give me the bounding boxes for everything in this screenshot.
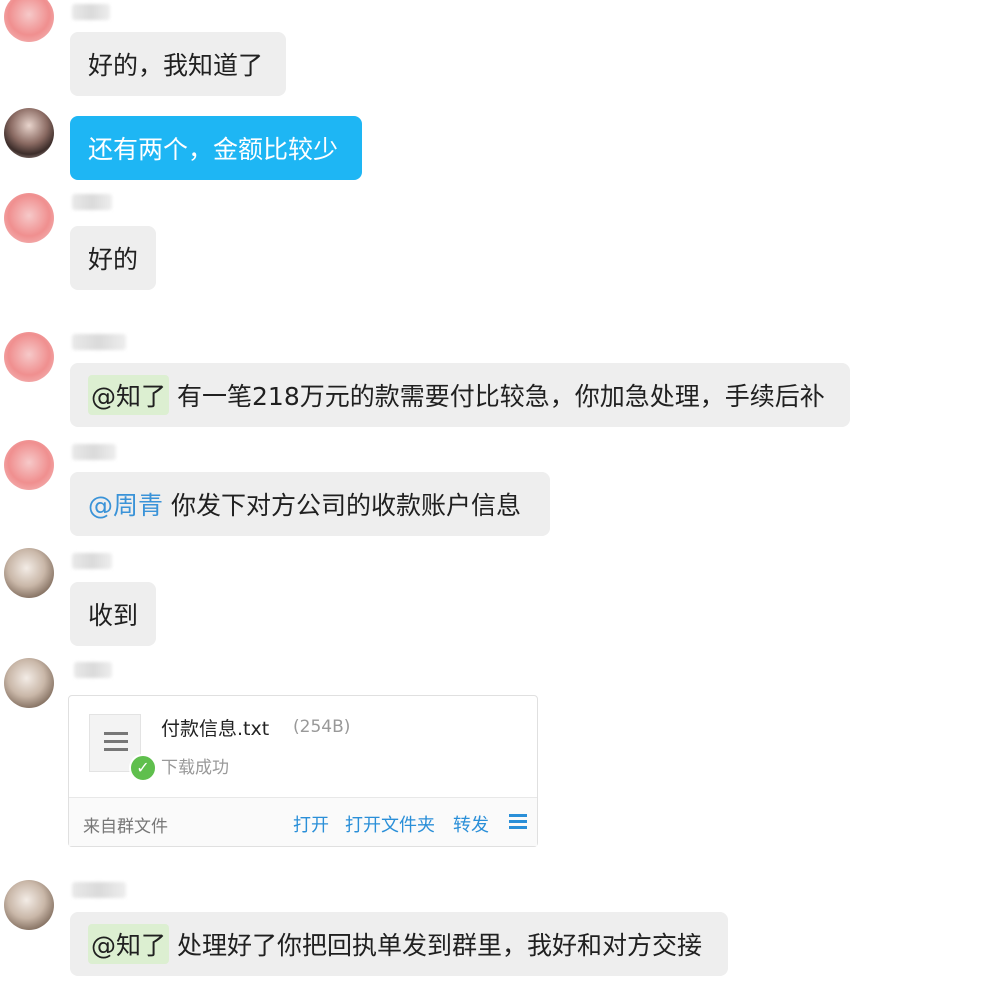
sender-avatar[interactable] xyxy=(4,658,54,708)
message-text: 收到 xyxy=(88,601,139,630)
message-bubble: 好的 xyxy=(70,226,156,290)
message-bubble: @知了 处理好了你把回执单发到群里，我好和对方交接 xyxy=(70,912,728,976)
message-text: 处理好了你把回执单发到群里，我好和对方交接 xyxy=(177,931,703,960)
mention-tag[interactable]: @知了 xyxy=(88,924,170,964)
sender-name-blurred xyxy=(72,194,112,210)
sender-avatar[interactable] xyxy=(4,0,54,42)
message-bubble: 收到 xyxy=(70,582,156,646)
file-size: (254B) xyxy=(293,717,351,737)
mention-tag[interactable]: @知了 xyxy=(88,375,170,415)
file-source: 来自群文件 xyxy=(83,817,168,837)
message-bubble: 还有两个，金额比较少 xyxy=(70,116,362,180)
mention-link[interactable]: @周青 xyxy=(88,486,163,522)
sender-name-blurred xyxy=(72,444,116,460)
forward-link[interactable]: 转发 xyxy=(453,811,489,837)
sender-avatar[interactable] xyxy=(4,880,54,930)
sender-name-blurred xyxy=(74,662,112,678)
file-card-footer: 来自群文件 打开 打开文件夹 转发 xyxy=(69,797,537,846)
menu-icon[interactable] xyxy=(509,814,527,830)
message-text: 好的，我知道了 xyxy=(88,51,264,80)
sender-name-blurred xyxy=(72,882,126,898)
message-bubble: 好的，我知道了 xyxy=(70,32,286,96)
message-text: 有一笔218万元的款需要付比较急，你加急处理，手续后补 xyxy=(177,382,825,411)
message-text: 还有两个，金额比较少 xyxy=(88,135,339,164)
message-text: 好的 xyxy=(88,245,139,274)
message-text: 你发下对方公司的收款账户信息 xyxy=(171,491,522,520)
sender-avatar[interactable] xyxy=(4,548,54,598)
sender-name-blurred xyxy=(72,334,126,350)
message-bubble: @周青 你发下对方公司的收款账户信息 xyxy=(70,472,550,536)
sender-avatar[interactable] xyxy=(4,193,54,243)
check-circle-icon: ✓ xyxy=(129,754,157,782)
download-status: 下载成功 xyxy=(161,758,229,778)
open-file-link[interactable]: 打开 xyxy=(293,811,329,837)
file-card[interactable]: ✓ 付款信息.txt (254B) 下载成功 来自群文件 打开 打开文件夹 转发 xyxy=(68,695,538,847)
message-bubble: @知了 有一笔218万元的款需要付比较急，你加急处理，手续后补 xyxy=(70,363,850,427)
file-name[interactable]: 付款信息.txt xyxy=(161,714,269,741)
sender-name-blurred xyxy=(72,553,112,569)
sender-avatar[interactable] xyxy=(4,440,54,490)
open-folder-link[interactable]: 打开文件夹 xyxy=(345,811,435,837)
sender-avatar[interactable] xyxy=(4,108,54,158)
sender-name-blurred xyxy=(72,4,110,20)
sender-avatar[interactable] xyxy=(4,332,54,382)
